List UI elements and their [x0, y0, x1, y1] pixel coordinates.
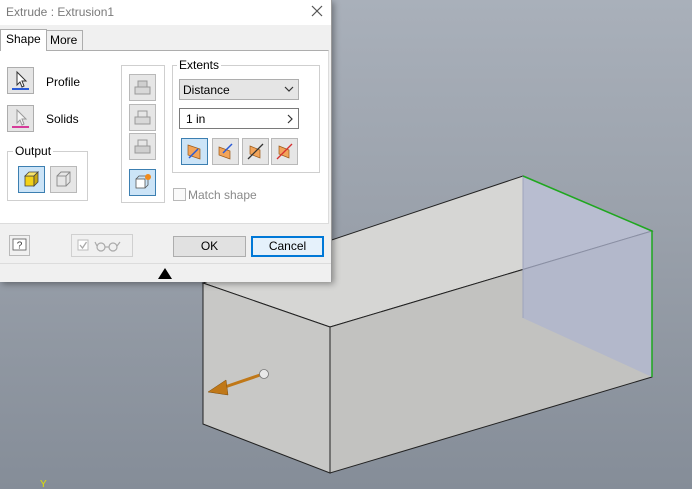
- profile-label: Profile: [46, 75, 81, 89]
- output-surface-button[interactable]: [50, 166, 77, 193]
- output-legend: Output: [13, 144, 54, 158]
- output-solid-button[interactable]: [18, 166, 45, 193]
- cancel-button[interactable]: Cancel: [251, 236, 324, 257]
- profile-select-button[interactable]: [7, 67, 34, 94]
- close-icon[interactable]: [309, 3, 325, 19]
- dialog-tabs: Shape More: [0, 29, 331, 51]
- distance-input[interactable]: 1 in: [179, 108, 299, 129]
- help-button[interactable]: ?: [9, 235, 30, 256]
- distance-value: 1 in: [186, 112, 206, 126]
- dialog-footer: ? OK Cancel: [0, 222, 328, 262]
- collapse-triangle-icon[interactable]: [157, 267, 173, 280]
- shape-panel: Profile Solids Output Extents: [0, 50, 329, 224]
- direction-symmetric-button[interactable]: [242, 138, 269, 165]
- help-icon: ?: [12, 238, 27, 252]
- intersect-icon: [134, 139, 151, 154]
- cut-operation-button[interactable]: [129, 104, 156, 131]
- direction-flipped-icon: [218, 143, 233, 160]
- solids-select-button[interactable]: [7, 105, 34, 132]
- cursor-arrow-icon: [12, 108, 29, 128]
- extrude-dialog: Extrude : Extrusion1 Shape More Profile …: [0, 0, 332, 282]
- preview-toggle-button[interactable]: [71, 234, 133, 257]
- intersect-operation-button[interactable]: [129, 133, 156, 160]
- tab-shape[interactable]: Shape: [0, 29, 47, 51]
- chevron-right-icon[interactable]: [286, 114, 294, 124]
- extents-type-select[interactable]: Distance: [179, 79, 299, 100]
- extents-type-value: Distance: [183, 83, 230, 97]
- tab-more[interactable]: More: [44, 30, 84, 50]
- ok-button[interactable]: OK: [173, 236, 246, 257]
- cut-icon: [134, 110, 151, 125]
- surface-cube-icon: [56, 171, 71, 187]
- solid-cube-icon: [24, 171, 39, 187]
- axis-indicator: Y: [40, 479, 47, 489]
- direction-symmetric-icon: [247, 143, 264, 160]
- match-shape-checkbox[interactable]: [173, 188, 186, 201]
- cursor-arrow-icon: [12, 70, 29, 90]
- direction-flipped-button[interactable]: [212, 138, 239, 165]
- preview-glasses-icon: [77, 239, 121, 252]
- direction-asymmetric-button[interactable]: [271, 138, 298, 165]
- extents-legend: Extents: [177, 58, 222, 72]
- chevron-down-icon: [284, 86, 294, 92]
- dialog-title: Extrude : Extrusion1: [6, 5, 115, 19]
- direction-default-icon: [187, 144, 201, 160]
- match-shape-label: Match shape: [188, 188, 257, 202]
- direction-default-button[interactable]: [181, 138, 208, 165]
- new-solid-button[interactable]: [129, 169, 156, 196]
- join-operation-button[interactable]: [129, 74, 156, 101]
- dialog-collapse-bar[interactable]: [0, 263, 331, 282]
- dialog-titlebar[interactable]: Extrude : Extrusion1: [0, 0, 331, 25]
- new-solid-icon: [135, 174, 151, 189]
- direction-asymmetric-icon: [276, 143, 293, 160]
- svg-text:?: ?: [17, 241, 23, 252]
- join-icon: [134, 80, 151, 95]
- solids-label: Solids: [46, 112, 79, 126]
